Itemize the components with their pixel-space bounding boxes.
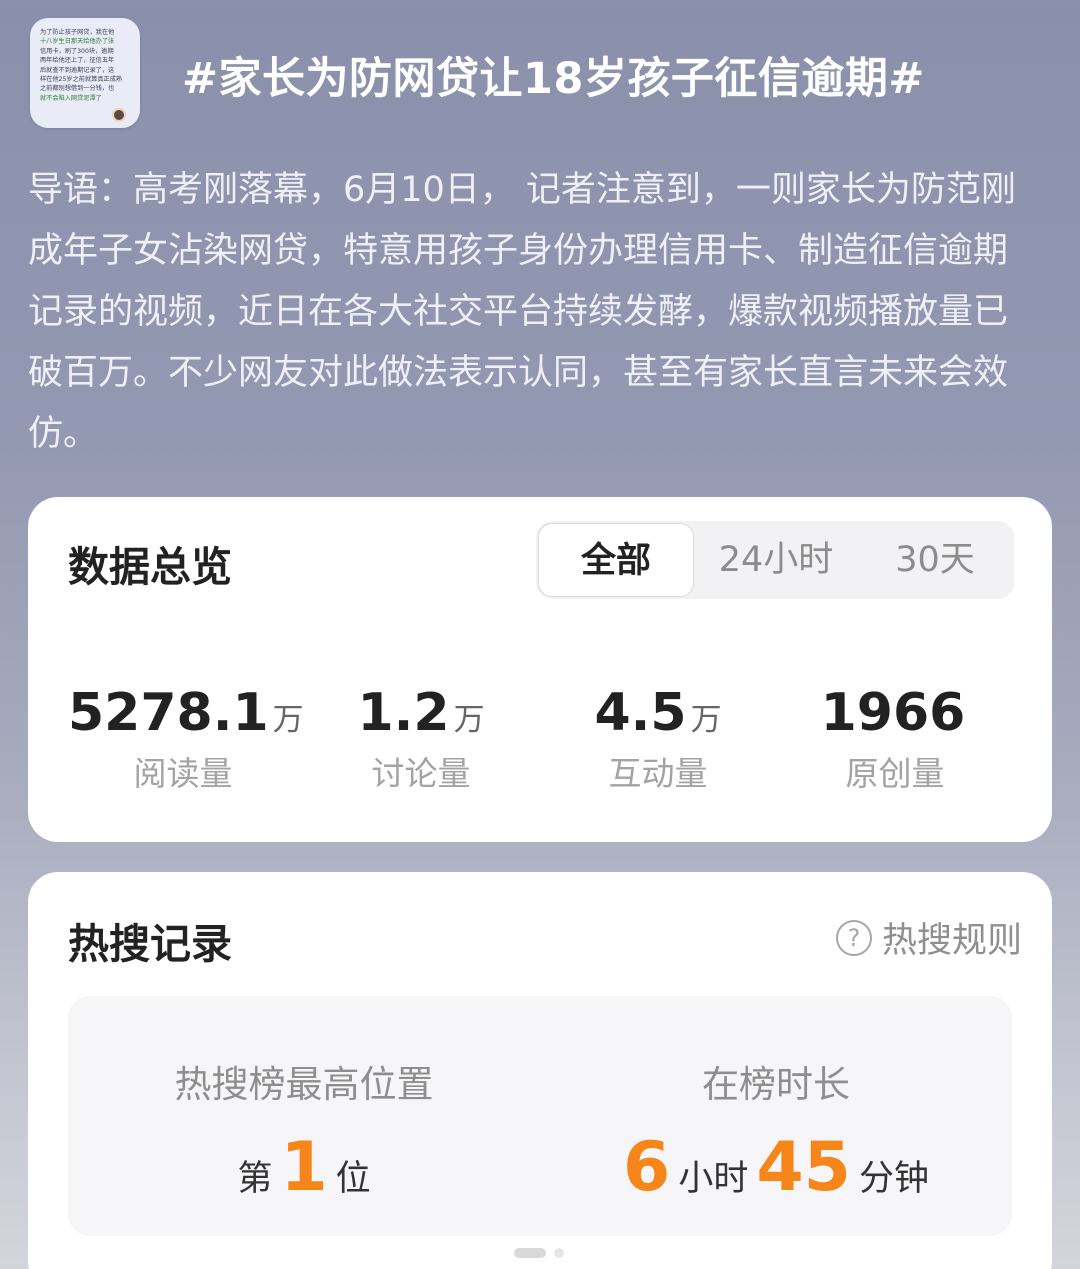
data-overview-card: 数据总览 24小时 30天 全部 5278.1 万 阅读量 1.2 万 讨论量 4.… bbox=[28, 497, 1052, 842]
tab-all[interactable]: 全部 bbox=[538, 523, 694, 597]
stat-unit: 万 bbox=[453, 702, 485, 738]
stat-unit: 万 bbox=[690, 702, 722, 738]
highest-position-value: 第1位 bbox=[68, 1128, 540, 1207]
stat-value: 5278.1 万 bbox=[68, 683, 304, 743]
page-dot-active bbox=[514, 1248, 546, 1258]
stat-number: 4.5 bbox=[594, 683, 687, 743]
highest-position-label: 热搜榜最高位置 bbox=[174, 1063, 434, 1106]
hot-search-panel: 热搜榜最高位置 第1位 在榜时长 6 小时 45 分钟 bbox=[68, 996, 1012, 1236]
hot-search-card: 热搜记录 ? 热搜规则 热搜榜最高位置 第1位 在榜时长 6 小时 45 分钟 bbox=[28, 872, 1052, 1269]
stat-value: 4.5 万 bbox=[543, 683, 773, 743]
hours-number: 6 bbox=[623, 1128, 671, 1207]
highest-position: 热搜榜最高位置 第1位 bbox=[68, 1054, 540, 1207]
time-on-list-label: 在榜时长 bbox=[702, 1063, 850, 1106]
page-dot bbox=[554, 1248, 564, 1258]
tab-30d[interactable]: 30天 bbox=[856, 521, 1014, 599]
stat-number: 1.2 bbox=[357, 683, 450, 743]
hot-search-rules-link[interactable]: ? 热搜规则 bbox=[835, 912, 1022, 963]
stat-interactions: 4.5 万 互动量 bbox=[543, 683, 773, 795]
page-indicator bbox=[514, 1248, 564, 1258]
stat-number: 1966 bbox=[820, 683, 966, 743]
thumbnail-line: 样在他25岁之前就算真正成熟 bbox=[40, 76, 123, 84]
stat-label: 讨论量 bbox=[371, 754, 471, 793]
stat-reads: 5278.1 万 阅读量 bbox=[68, 683, 304, 795]
time-on-list-value: 6 小时 45 分钟 bbox=[540, 1128, 1012, 1207]
minutes-number: 45 bbox=[756, 1128, 851, 1207]
rank-number: 1 bbox=[280, 1128, 328, 1207]
rank-suffix: 位 bbox=[335, 1159, 371, 1199]
thumbnail-line: 为了防止孩子网贷，我在他 bbox=[40, 29, 115, 36]
question-circle-icon: ? bbox=[835, 919, 872, 956]
stat-number: 5278.1 bbox=[68, 683, 269, 743]
rank-prefix: 第 bbox=[237, 1159, 273, 1199]
hot-search-title: 热搜记录 bbox=[68, 920, 232, 968]
thumbnail-line: 就不会陷入网贷泥潭了 bbox=[40, 94, 102, 102]
time-on-list: 在榜时长 6 小时 45 分钟 bbox=[540, 1054, 1012, 1207]
stat-label: 互动量 bbox=[608, 754, 708, 793]
topic-thumbnail[interactable]: 为了防止孩子网贷，我在他 十八岁生日那天给他办了张 信用卡，刷了300块，逾期 … bbox=[30, 18, 140, 128]
stat-label: 原创量 bbox=[845, 754, 945, 793]
stat-value: 1.2 万 bbox=[306, 683, 536, 743]
tab-24h[interactable]: 24小时 bbox=[696, 521, 856, 599]
thumbnail-line: 之前都别想借到一分钱，也 bbox=[40, 85, 115, 93]
stat-originals: 1966 原创量 bbox=[780, 683, 1010, 795]
thumbnail-line: 十八岁生日那天给他办了张 bbox=[40, 38, 115, 46]
hours-unit: 小时 bbox=[678, 1159, 749, 1199]
rules-label: 热搜规则 bbox=[881, 921, 1022, 961]
thumbnail-line: 两年给他还上了，征信五年 bbox=[40, 57, 115, 65]
thumbnail-text: 为了防止孩子网贷，我在他 十八岁生日那天给他办了张 信用卡，刷了300块，逾期 … bbox=[40, 28, 130, 103]
topic-header: 为了防止孩子网贷，我在他 十八岁生日那天给他办了张 信用卡，刷了300块，逾期 … bbox=[0, 0, 1080, 480]
minutes-unit: 分钟 bbox=[858, 1159, 929, 1199]
stat-unit: 万 bbox=[272, 702, 304, 738]
stat-label: 阅读量 bbox=[133, 754, 233, 793]
thumbnail-line: 后就查不到逾期记录了，这 bbox=[40, 66, 115, 74]
stat-discussions: 1.2 万 讨论量 bbox=[306, 683, 536, 795]
stat-value: 1966 bbox=[780, 683, 1010, 743]
avatar bbox=[112, 108, 126, 122]
thumbnail-line: 信用卡，刷了300块，逾期 bbox=[40, 47, 114, 55]
time-range-tabs: 24小时 30天 全部 bbox=[536, 521, 1014, 599]
topic-title: #家长为防网贷让18岁孩子征信逾期# bbox=[182, 54, 925, 104]
lead-text: 导语：高考刚落幕，6月10日， 记者注意到，一则家长为防范刚成年子女沾染网贷，特… bbox=[28, 170, 1016, 454]
overview-title: 数据总览 bbox=[68, 543, 232, 591]
